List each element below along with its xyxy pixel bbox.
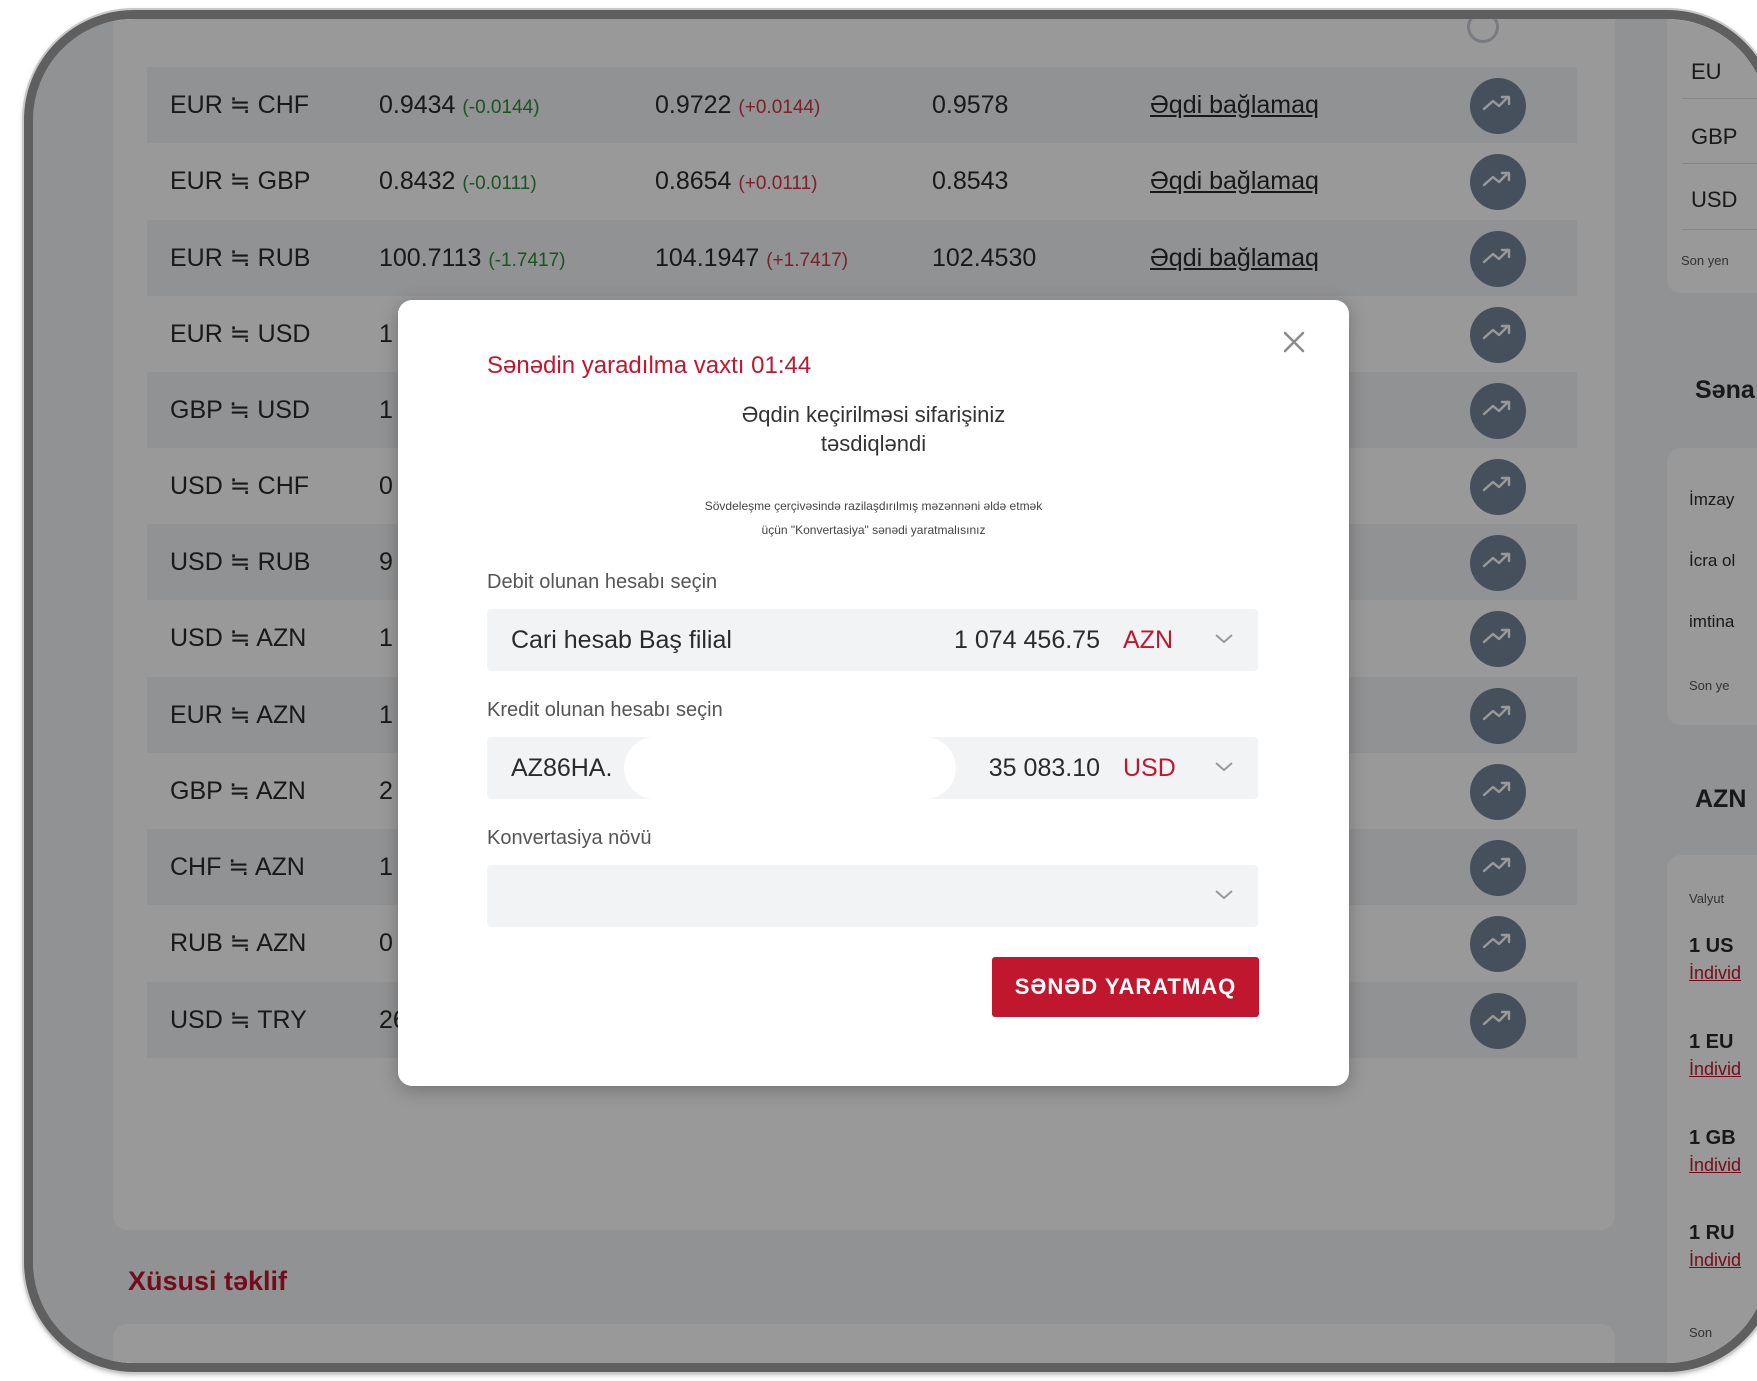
chevron-down-icon bbox=[1215, 890, 1233, 900]
credit-account-amount: 35 083.10 bbox=[988, 754, 1100, 782]
chevron-down-icon bbox=[1215, 762, 1233, 772]
debit-account-select[interactable]: Cari hesab Baş filial 1 074 456.75 AZN bbox=[487, 609, 1258, 671]
modal-note-line: Sövdeleşme çerçivəsində razilaşdırılmış … bbox=[704, 499, 1043, 513]
modal-note-line: üçün "Konvertasiya" sənədi yaratmalısını… bbox=[761, 523, 986, 537]
modal-heading-line: Əqdin keçirilməsi sifarişiniz bbox=[741, 402, 1006, 427]
screen: EUR ≒ CHF 0.9434 (-0.0144) 0.9722 (+0.0144… bbox=[33, 19, 1757, 1363]
conversion-type-label: Konvertasiya növü bbox=[487, 827, 652, 849]
confirmation-modal: Sənədin yaradılma vaxtı 01:44 Əqdin keçi… bbox=[398, 300, 1349, 1086]
debit-account-amount: 1 074 456.75 bbox=[954, 626, 1100, 654]
credit-account-name: AZ86HA. bbox=[511, 754, 613, 782]
device-frame: EUR ≒ CHF 0.9434 (-0.0144) 0.9722 (+0.0144… bbox=[24, 10, 1757, 1372]
credit-account-currency: USD bbox=[1123, 754, 1176, 782]
debit-account-currency: AZN bbox=[1123, 626, 1173, 654]
create-document-button[interactable]: SƏNƏD YARATMAQ bbox=[992, 957, 1259, 1017]
redacted-account-number bbox=[624, 737, 956, 799]
document-timer: Sənədin yaradılma vaxtı 01:44 bbox=[487, 352, 812, 379]
credit-account-select[interactable]: AZ86HA. 35 083.10 USD bbox=[487, 737, 1258, 799]
modal-heading: Əqdin keçirilməsi sifarişiniz təsdiqlənd… bbox=[398, 400, 1349, 458]
chevron-down-icon bbox=[1215, 634, 1233, 644]
conversion-type-select[interactable] bbox=[487, 865, 1258, 927]
close-icon[interactable] bbox=[1278, 326, 1310, 358]
credit-account-label: Kredit olunan hesabı seçin bbox=[487, 699, 723, 721]
debit-account-label: Debit olunan hesabı seçin bbox=[487, 571, 718, 593]
debit-account-name: Cari hesab Baş filial bbox=[511, 626, 732, 654]
modal-heading-line: təsdiqləndi bbox=[820, 431, 927, 456]
modal-note: Sövdeleşme çerçivəsində razilaşdırılmış … bbox=[398, 494, 1349, 542]
